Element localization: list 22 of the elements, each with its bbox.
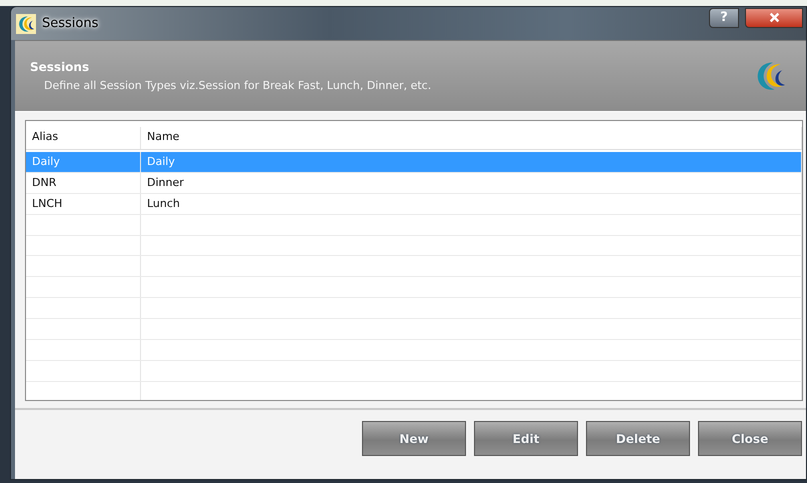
close-button[interactable]	[745, 8, 803, 28]
action-button[interactable]: Close	[698, 421, 802, 456]
table-row[interactable]: LNCH Lunch	[26, 194, 802, 215]
window-title: Sessions	[42, 16, 98, 31]
app-logo-icon	[16, 14, 36, 34]
action-button[interactable]: Delete	[586, 421, 690, 456]
table-cell: DNR	[26, 172, 141, 193]
action-button[interactable]: New	[362, 421, 466, 456]
header-title: Sessions	[30, 60, 90, 74]
table-cell: Daily	[26, 152, 141, 172]
table-cell: Dinner	[141, 172, 802, 193]
table-cell: Daily	[141, 152, 802, 172]
table-row[interactable]: Daily Daily	[26, 152, 802, 173]
column-header[interactable]: Alias	[26, 127, 141, 149]
action-button[interactable]: Edit	[474, 421, 578, 456]
table-cell: Lunch	[141, 194, 802, 214]
column-header[interactable]: Name	[141, 127, 802, 149]
table-row[interactable]: DNR Dinner	[26, 172, 802, 194]
help-button[interactable]: ?	[709, 8, 739, 28]
header-description: Define all Session Types viz.Session for Break Fast, Lunch, Dinner, etc.	[43, 79, 432, 92]
table-cell: LNCH	[26, 194, 141, 214]
close-icon	[768, 12, 780, 23]
